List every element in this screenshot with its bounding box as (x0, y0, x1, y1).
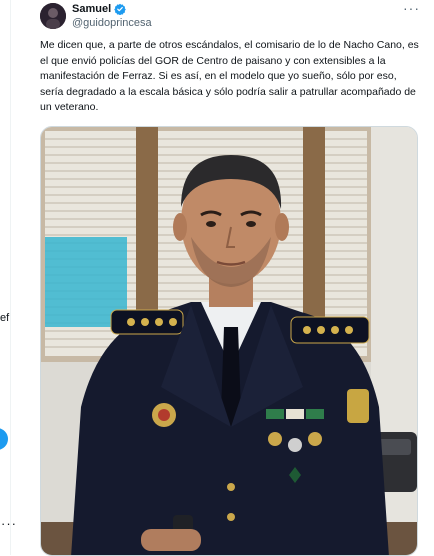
officer (71, 302, 389, 555)
tweet-photo[interactable] (40, 126, 418, 556)
more-options-icon[interactable]: ··· (403, 0, 420, 16)
author-name-row[interactable]: Samuel (72, 3, 126, 15)
author-avatar[interactable] (40, 3, 66, 29)
author-name[interactable]: Samuel (72, 3, 111, 15)
left-sidebar-fragment: ef ··· (0, 0, 16, 555)
author-handle[interactable]: @guidoprincesa (72, 17, 152, 29)
verified-badge-icon (114, 3, 126, 15)
sidebar-more-icon[interactable]: ··· (1, 516, 17, 531)
tweet-text: Me dicen que, a parte de otros escándalo… (40, 39, 419, 113)
sidebar-text-fragment: ef (0, 312, 10, 324)
post-button-fragment[interactable] (0, 428, 8, 450)
